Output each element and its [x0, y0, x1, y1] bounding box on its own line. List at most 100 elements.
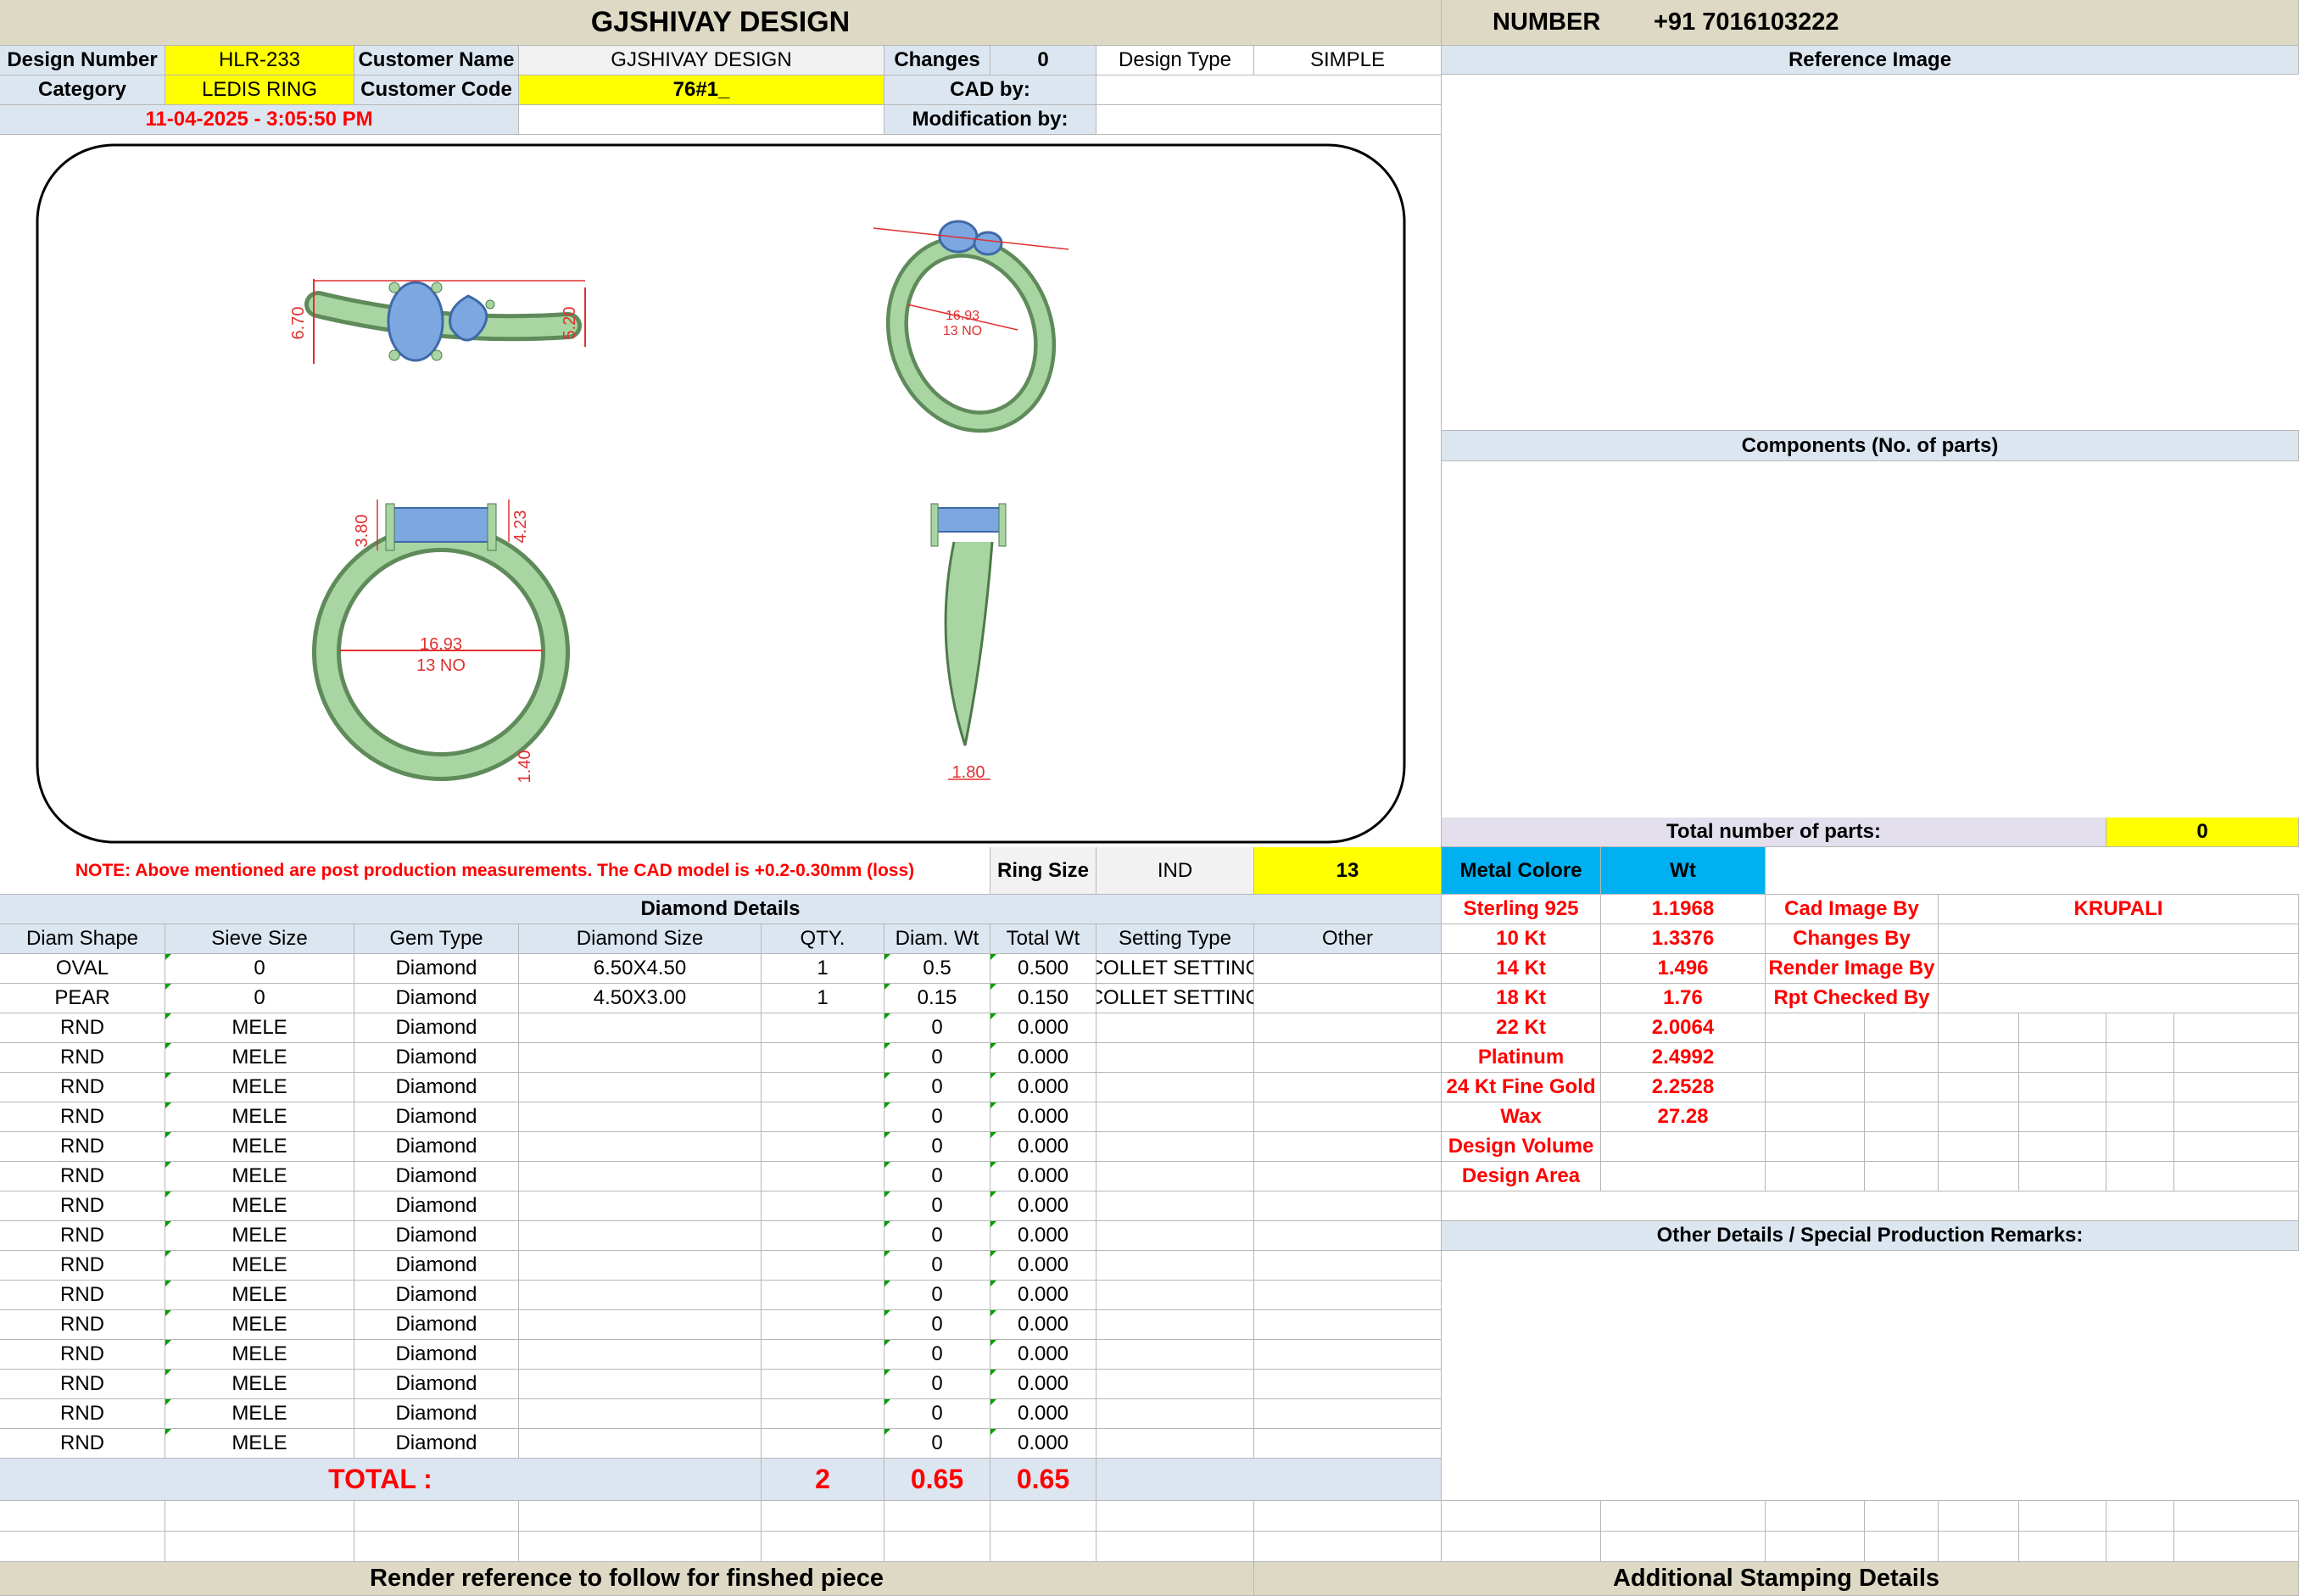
- blank-cell: [1442, 1501, 1601, 1532]
- metal-grid-blank: [1865, 1132, 1939, 1162]
- blank-cell: [1096, 1532, 1254, 1562]
- diamond-cell: Diamond: [354, 1399, 519, 1429]
- changes-label: Changes: [884, 46, 990, 75]
- metal-grid-blank: [2019, 1073, 2106, 1102]
- diamond-cell: 0.000: [990, 1162, 1096, 1191]
- metal-grid-blank: [1865, 1013, 1939, 1043]
- metal-wt: 1.76: [1601, 984, 1766, 1013]
- diamond-cell: [1096, 1370, 1254, 1399]
- dim-bottom: 1.40: [516, 751, 534, 784]
- diamond-cell: MELE: [165, 1102, 354, 1132]
- diamond-cell: RND: [0, 1310, 165, 1340]
- diamond-cell: [1254, 1399, 1442, 1429]
- metal-wt: 27.28: [1601, 1102, 1766, 1132]
- diamond-cell: [519, 1370, 762, 1399]
- diamond-cell: [1254, 954, 1442, 984]
- metal-name: Design Area: [1442, 1162, 1601, 1191]
- diamond-cell: [1096, 1429, 1254, 1459]
- dim-top-height-2: 5.20: [561, 307, 579, 340]
- diamond-cell: [1254, 1370, 1442, 1399]
- credit-value: [1939, 924, 2299, 954]
- credit-value: [1939, 984, 2299, 1013]
- diamond-cell: [762, 1281, 884, 1310]
- diamond-cell: 0: [884, 1162, 990, 1191]
- metal-wt: 2.4992: [1601, 1043, 1766, 1073]
- ring-cad-drawing: 6.70 5.20 16.93 13 NO 3.80 4.23 16.93 13…: [36, 143, 1406, 844]
- customer-code-label: Customer Code: [354, 75, 519, 105]
- diamond-cell: 0.000: [990, 1310, 1096, 1340]
- metal-grid-blank: [1766, 1162, 1865, 1191]
- metal-grid-blank: [2106, 1162, 2174, 1191]
- diamond-cell: [519, 1073, 762, 1102]
- diamond-header-3: Diamond Size: [519, 924, 762, 954]
- metal-name: 22 Kt: [1442, 1013, 1601, 1043]
- diamond-cell: RND: [0, 1132, 165, 1162]
- diamond-cell: 4.50X3.00: [519, 984, 762, 1013]
- diamond-cell: 0.000: [990, 1340, 1096, 1370]
- cad-by-label: CAD by:: [884, 75, 1096, 105]
- changes-value: 0: [990, 46, 1096, 75]
- diamond-cell: [1096, 1132, 1254, 1162]
- diamond-cell: 0.000: [990, 1013, 1096, 1043]
- metal-wt: 1.1968: [1601, 895, 1766, 924]
- ring-top-view: [304, 279, 586, 364]
- diamond-cell: MELE: [165, 1162, 354, 1191]
- metal-grid-blank: [1766, 1043, 1865, 1073]
- diamond-cell: 0.000: [990, 1251, 1096, 1281]
- design-type-value: SIMPLE: [1254, 46, 1442, 75]
- metal-grid-blank: [2174, 1132, 2299, 1162]
- diamond-cell: [1096, 1162, 1254, 1191]
- diamond-cell: [519, 1310, 762, 1340]
- diamond-cell: [762, 1429, 884, 1459]
- diamond-cell: PEAR: [0, 984, 165, 1013]
- dim-iso-diameter: 16.93: [946, 309, 979, 323]
- diamond-cell: Diamond: [354, 1013, 519, 1043]
- diamond-details-title: Diamond Details: [0, 895, 1442, 924]
- diamond-cell: MELE: [165, 1073, 354, 1102]
- diamond-cell: Diamond: [354, 1073, 519, 1102]
- diamond-cell: [1254, 1043, 1442, 1073]
- ring-size-value: 13: [1254, 847, 1442, 895]
- metal-grid-blank: [1865, 1162, 1939, 1191]
- ring-side-view: [930, 503, 1007, 780]
- credit-label: Render Image By: [1766, 954, 1939, 984]
- metal-grid-blank: [2019, 1132, 2106, 1162]
- blank-cell: [884, 1501, 990, 1532]
- diamond-cell: [519, 1399, 762, 1429]
- diamond-cell: [1254, 1013, 1442, 1043]
- metal-grid-blank: [2106, 1013, 2174, 1043]
- blank-cell: [1254, 1501, 1442, 1532]
- diamond-cell: [762, 1043, 884, 1073]
- dim-side-width: 1.80: [952, 763, 985, 782]
- dim-ring-size: 13 NO: [416, 656, 466, 675]
- diamond-cell: RND: [0, 1221, 165, 1251]
- diamond-cell: 0.000: [990, 1191, 1096, 1221]
- metal-grid-blank: [1939, 1102, 2019, 1132]
- metal-grid-blank: [2019, 1162, 2106, 1191]
- phone-header: NUMBER +91 7016103222: [1442, 0, 2299, 46]
- metal-wt: 1.496: [1601, 954, 1766, 984]
- blank-cell: [354, 1532, 519, 1562]
- stamping-footer: Additional Stamping Details: [1254, 1562, 2299, 1596]
- total-parts-label: Total number of parts:: [1442, 818, 2106, 847]
- diamond-cell: RND: [0, 1191, 165, 1221]
- metal-name: Platinum: [1442, 1043, 1601, 1073]
- blank-cell: [2174, 1532, 2299, 1562]
- phone-number: +91 7016103222: [1654, 8, 1839, 36]
- credit-label: Rpt Checked By: [1766, 984, 1939, 1013]
- diamond-cell: [1096, 1310, 1254, 1340]
- other-details-area: [1442, 1251, 2299, 1501]
- diamond-cell: 0: [165, 954, 354, 984]
- dim-ring-diameter: 16.93: [420, 635, 462, 654]
- total-blank: [1096, 1459, 1442, 1501]
- number-label: NUMBER: [1493, 8, 1601, 36]
- diamond-cell: [519, 1251, 762, 1281]
- reference-image-header: Reference Image: [1442, 46, 2299, 75]
- blank-cell: [1601, 1532, 1766, 1562]
- diamond-cell: MELE: [165, 1221, 354, 1251]
- blank-cell: [1766, 1501, 1865, 1532]
- diamond-cell: 0: [165, 984, 354, 1013]
- diamond-header-8: Other: [1254, 924, 1442, 954]
- diamond-cell: [762, 1073, 884, 1102]
- diamond-cell: [1254, 1429, 1442, 1459]
